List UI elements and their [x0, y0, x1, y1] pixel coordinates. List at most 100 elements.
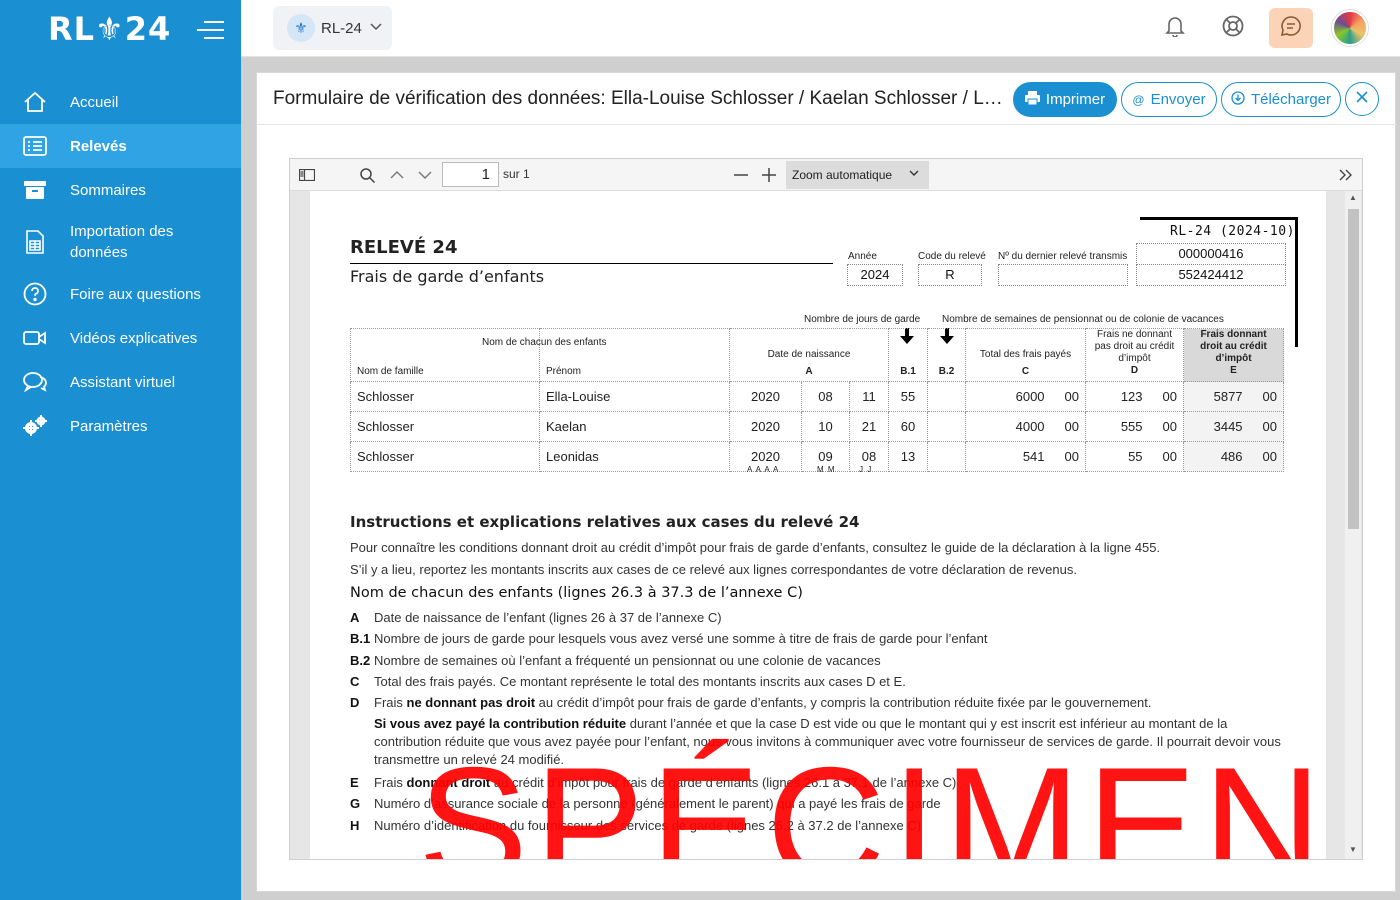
amount: 5877	[1213, 389, 1243, 404]
sidebar-item-videos[interactable]: Vidéos explicatives	[0, 318, 241, 358]
item-key: D	[350, 695, 360, 710]
table-cell: 541 00	[965, 441, 1086, 472]
bell-icon	[1165, 15, 1185, 42]
header-text: Nom de chacun des enfants	[482, 337, 607, 348]
instruction-item: B.2 Nombre de semaines où l’enfant a fréq…	[350, 650, 1290, 671]
instructions-paragraph: Pour connaître les conditions donnant dr…	[350, 540, 1161, 555]
avatar[interactable]	[1332, 10, 1368, 46]
print-label: Imprimer	[1045, 91, 1106, 108]
table-cell	[927, 441, 966, 472]
item-text: Date de naissance de l’enfant (lignes 26…	[374, 610, 722, 625]
note-bold: Si vous avez payé la contribution réduit…	[374, 716, 627, 731]
help-button[interactable]	[1211, 8, 1255, 48]
item-key: B.2	[350, 653, 371, 668]
title-divider	[350, 263, 833, 264]
scroll-up-icon[interactable]: ▲	[1348, 193, 1358, 202]
item-text-bold: donnant droit	[406, 775, 491, 790]
item-text: Total des frais payés. Ce montant représ…	[374, 674, 906, 689]
item-key: B.1	[350, 631, 371, 646]
days-label: Nombre de jours de garde	[804, 314, 921, 325]
print-button[interactable]: Imprimer	[1013, 82, 1117, 117]
notifications-button[interactable]	[1153, 8, 1197, 48]
sidebar-item-faq[interactable]: Foire aux questions	[0, 274, 241, 314]
table-cell: 123 00	[1085, 381, 1184, 412]
sidebar-item-importation[interactable]: Importation des données	[0, 220, 241, 264]
header-text: C	[1021, 366, 1030, 377]
sidebar-item-accueil[interactable]: Accueil	[0, 82, 241, 122]
header-text: Total des frais payés	[979, 349, 1072, 360]
amount: 4000	[1015, 419, 1045, 434]
archive-icon	[22, 177, 48, 203]
gear-icon	[22, 413, 48, 439]
header-text: Frais ne donnant pas droit au crédit d’i…	[1094, 329, 1175, 364]
sidebar-item-sommaires[interactable]: Sommaires	[0, 170, 241, 210]
question-icon	[22, 281, 48, 307]
more-tools-icon[interactable]	[1336, 163, 1356, 187]
item-text: Numéro d’assurance sociale de la personn…	[374, 796, 941, 811]
date-hint-day: J J	[859, 465, 873, 474]
form-type-selector[interactable]: ⚜ RL-24	[273, 6, 392, 50]
message-icon	[1280, 15, 1302, 42]
table-cell: Leonidas	[539, 441, 730, 472]
form-title: RELEVÉ 24	[350, 237, 458, 258]
sidebar: RL⚜24 Accueil Relevés Sommaires Importat…	[0, 0, 241, 900]
app-logo[interactable]: RL⚜24	[48, 10, 171, 48]
header-cell: B.2	[927, 328, 966, 382]
item-key: E	[350, 775, 359, 790]
modal-title: Formulaire de vérification des données: …	[273, 88, 1011, 109]
instruction-item: A Date de naissance de l’enfant (lignes 2…	[350, 607, 1290, 628]
form-code: RL-24 (2024-10)	[1170, 224, 1295, 239]
table-row: Schlosser Kaelan 2020 10 21 60 4000 00 55…	[350, 411, 1284, 442]
close-button[interactable]	[1345, 82, 1379, 116]
sidebar-item-label: Assistant virtuel	[70, 373, 176, 391]
previous-page-icon[interactable]	[386, 163, 408, 187]
last-slip-label: Nº du dernier relevé transmis	[998, 251, 1128, 262]
item-key: A	[350, 610, 360, 625]
header-text: Frais donnant droit au crédit d’impôt	[1200, 329, 1267, 364]
table-cell: 55	[888, 381, 928, 412]
cents: 00	[1162, 419, 1177, 434]
scrollbar-thumb[interactable]	[1348, 209, 1359, 529]
next-page-icon[interactable]	[414, 163, 436, 187]
instructions-paragraph: S’il y a lieu, reportez les montants ins…	[350, 562, 1077, 577]
messages-button[interactable]	[1269, 8, 1313, 48]
scroll-down-icon[interactable]: ▼	[1348, 845, 1358, 854]
menu-toggle-icon[interactable]	[197, 21, 224, 41]
table-cell: Schlosser	[350, 411, 540, 442]
sidebar-toggle-icon[interactable]	[296, 163, 318, 187]
list-icon	[22, 133, 48, 159]
table-cell	[927, 411, 966, 442]
download-label: Télécharger	[1250, 91, 1332, 108]
zoom-select[interactable]: Zoom automatique	[786, 161, 929, 189]
slip-number: 000000416	[1136, 243, 1286, 265]
table-cell: 555 00	[1085, 411, 1184, 442]
header-cell: B.1	[888, 328, 928, 382]
header-cell: Date de naissance A	[729, 328, 889, 382]
search-icon[interactable]	[356, 163, 378, 187]
instruction-item: C Total des frais payés. Ce montant repré…	[350, 671, 1290, 692]
form-subtitle: Frais de garde d’enfants	[350, 267, 545, 286]
item-text: au crédit d’impôt pour frais de garde d’…	[535, 695, 1152, 710]
lifebuoy-icon	[1222, 15, 1244, 42]
amount: 3445	[1213, 419, 1243, 434]
table-cell: 3445 00	[1183, 411, 1284, 442]
sidebar-item-assistant[interactable]: Assistant virtuel	[0, 362, 241, 402]
page-number-input[interactable]: 1	[442, 162, 499, 187]
date-hint-month: M M	[817, 465, 836, 474]
amount: 486	[1220, 449, 1243, 464]
instruction-item: D Frais ne donnant pas droit au crédit d’…	[350, 692, 1290, 713]
sidebar-item-releves[interactable]: Relevés	[0, 124, 241, 168]
instruction-item: E Frais donnant droit au crédit d’impôt p…	[350, 772, 1290, 793]
cents: 00	[1162, 449, 1177, 464]
vertical-scrollbar[interactable]: ▲ ▼	[1345, 191, 1361, 859]
home-icon	[22, 89, 48, 115]
cents: 00	[1064, 419, 1079, 434]
download-button[interactable]: Télécharger	[1221, 82, 1341, 117]
zoom-in-icon[interactable]	[758, 163, 780, 187]
zoom-out-icon[interactable]	[730, 163, 752, 187]
table-cell: 6000 00	[965, 381, 1086, 412]
form-type-label: RL-24	[321, 19, 362, 37]
send-button[interactable]: @ Envoyer	[1121, 82, 1217, 117]
item-text: Frais	[374, 695, 407, 710]
sidebar-item-parametres[interactable]: Paramètres	[0, 406, 241, 446]
